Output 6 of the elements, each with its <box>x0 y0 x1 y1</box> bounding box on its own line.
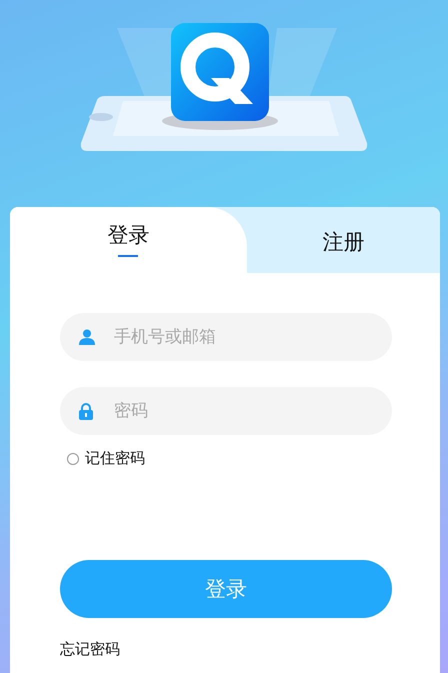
account-field[interactable]: 手机号或邮箱 <box>60 313 392 361</box>
forgot-password-link[interactable]: 忘记密码 <box>60 640 120 659</box>
tab[interactable]: 登录 <box>10 207 246 273</box>
remember-checkbox[interactable] <box>67 452 79 464</box>
password-field[interactable]: 密码 <box>60 387 392 435</box>
remember-label: 记住密码 <box>85 449 145 468</box>
